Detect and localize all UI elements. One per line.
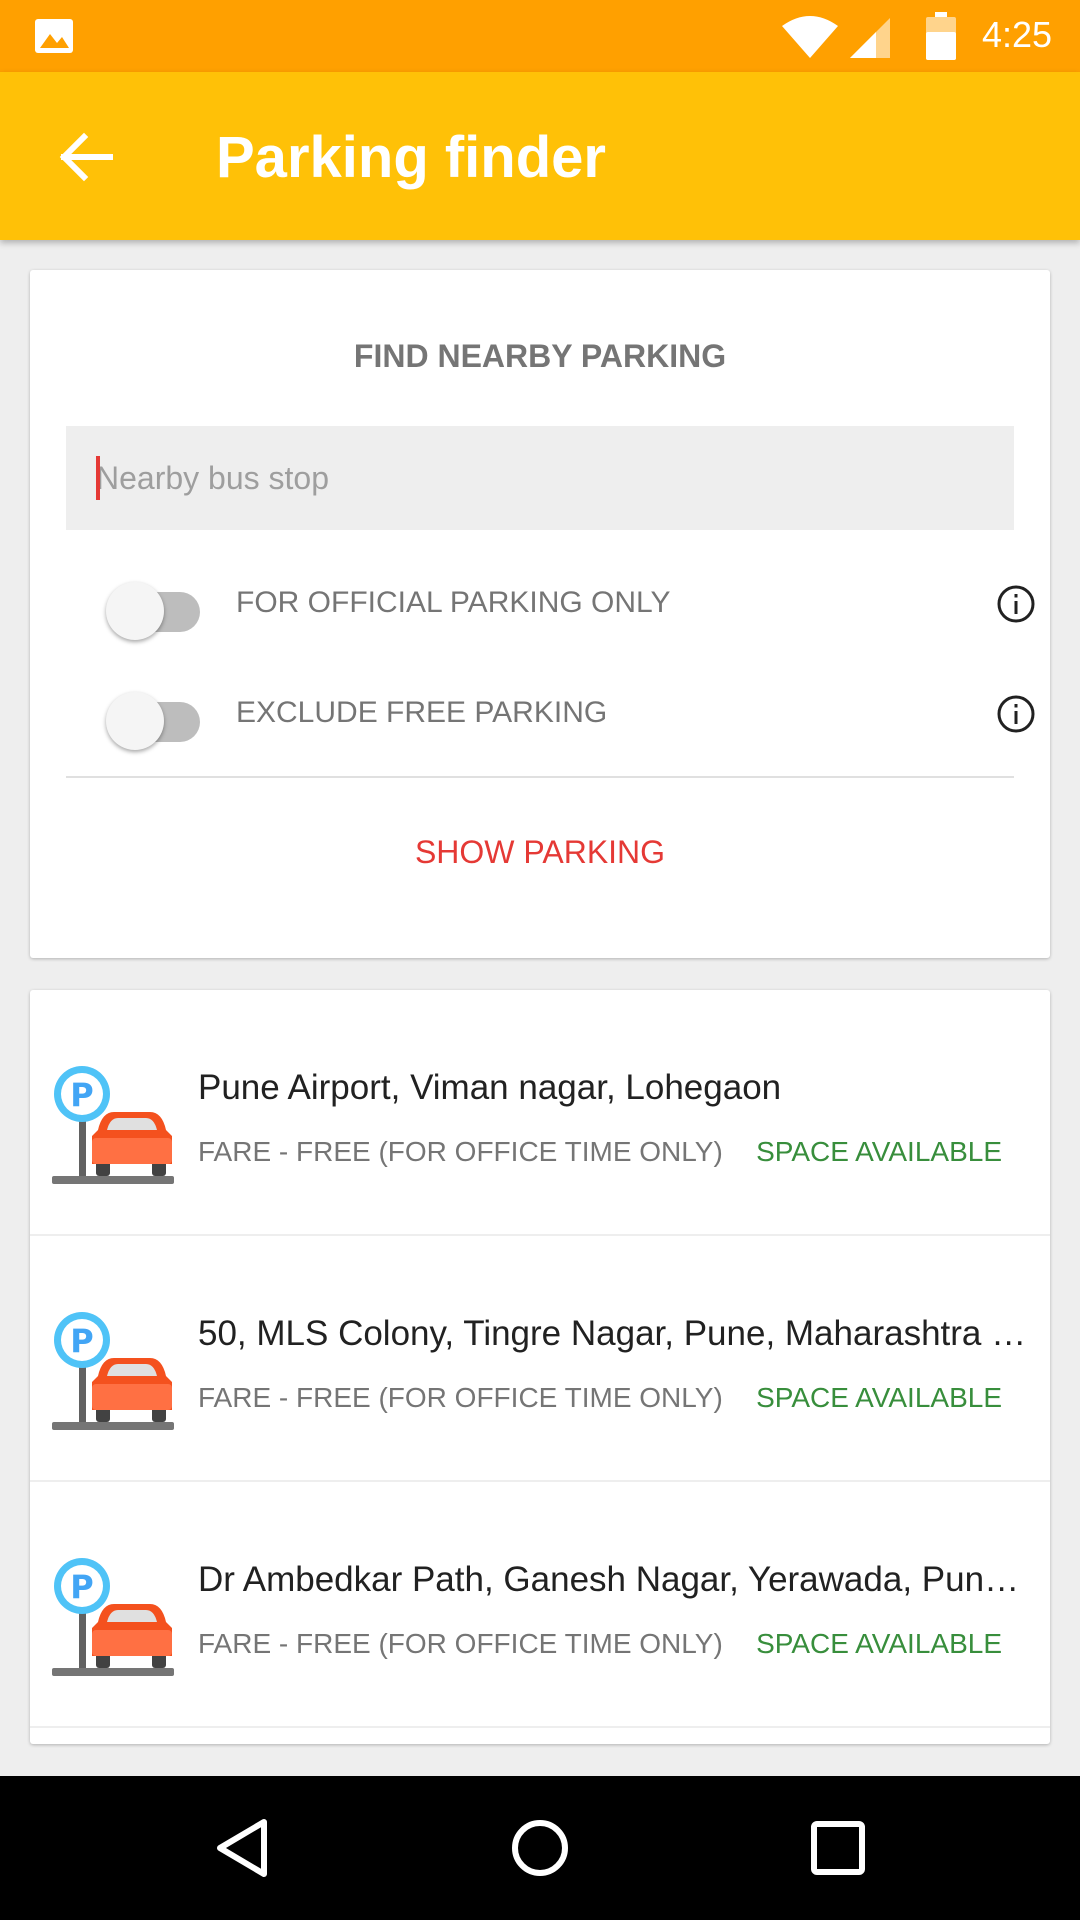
divider	[66, 776, 1014, 778]
nav-home-icon[interactable]	[504, 1812, 576, 1884]
text-cursor	[96, 456, 100, 500]
exclude-free-label: EXCLUDE FREE PARKING	[236, 696, 608, 729]
info-icon[interactable]	[994, 582, 1038, 626]
result-address: Pune Airport, Viman nagar, Lohegaon	[198, 1068, 782, 1107]
navigation-bar	[0, 1776, 1080, 1920]
list-item[interactable]: P Pune Airport, Viman nagar, Lohegaon FA…	[30, 990, 1050, 1236]
official-parking-label: FOR OFFICIAL PARKING ONLY	[236, 586, 671, 619]
image-icon	[35, 19, 73, 53]
result-availability: SPACE AVAILABLE	[756, 1136, 1002, 1167]
wifi-icon	[782, 16, 838, 58]
nav-recent-icon[interactable]	[802, 1812, 874, 1884]
result-fare: FARE - FREE (FOR OFFICE TIME ONLY)	[198, 1382, 723, 1413]
svg-text:P: P	[70, 1568, 93, 1606]
search-card: FIND NEARBY PARKING FOR OFFICIAL PARKING…	[30, 270, 1050, 958]
result-address: 50, MLS Colony, Tingre Nagar, Pune, Maha…	[198, 1314, 1028, 1353]
page-title: Parking finder	[216, 125, 606, 190]
status-bar: 4:25	[0, 0, 1080, 72]
results-list: P Pune Airport, Viman nagar, Lohegaon FA…	[30, 990, 1050, 1744]
search-heading: FIND NEARBY PARKING	[353, 338, 727, 374]
signal-icon	[850, 18, 890, 58]
parking-car-icon: P	[52, 1312, 174, 1430]
official-parking-switch[interactable]	[106, 578, 202, 640]
nav-back-icon[interactable]	[206, 1812, 278, 1884]
battery-icon	[926, 12, 956, 60]
info-icon[interactable]	[994, 692, 1038, 736]
bus-stop-input-box[interactable]	[66, 426, 1014, 530]
exclude-free-switch[interactable]	[106, 688, 202, 750]
result-availability: SPACE AVAILABLE	[756, 1382, 1002, 1413]
svg-text:P: P	[70, 1322, 93, 1360]
toggle-row-exclude-free: EXCLUDE FREE PARKING	[66, 666, 1035, 756]
bus-stop-input[interactable]	[96, 426, 996, 530]
result-availability: SPACE AVAILABLE	[756, 1628, 1002, 1659]
result-address: Dr Ambedkar Path, Ganesh Nagar, Yerawada…	[198, 1560, 1028, 1599]
arrow-back-icon[interactable]	[50, 122, 120, 192]
result-fare: FARE - FREE (FOR OFFICE TIME ONLY)	[198, 1628, 723, 1659]
list-item[interactable]: P 50, MLS Colony, Tingre Nagar, Pune, Ma…	[30, 1236, 1050, 1482]
result-fare: FARE - FREE (FOR OFFICE TIME ONLY)	[198, 1136, 723, 1167]
parking-car-icon: P	[52, 1066, 174, 1184]
show-parking-button[interactable]: SHOW PARKING	[30, 834, 1050, 871]
list-item[interactable]: P Dr Ambedkar Path, Ganesh Nagar, Yerawa…	[30, 1482, 1050, 1728]
status-clock: 4:25	[982, 14, 1053, 55]
app-bar: Parking finder	[0, 72, 1080, 240]
svg-text:P: P	[70, 1076, 93, 1114]
toggle-row-official: FOR OFFICIAL PARKING ONLY	[66, 556, 1035, 646]
switch-thumb	[106, 582, 164, 640]
switch-thumb	[106, 692, 164, 750]
parking-car-icon: P	[52, 1558, 174, 1676]
